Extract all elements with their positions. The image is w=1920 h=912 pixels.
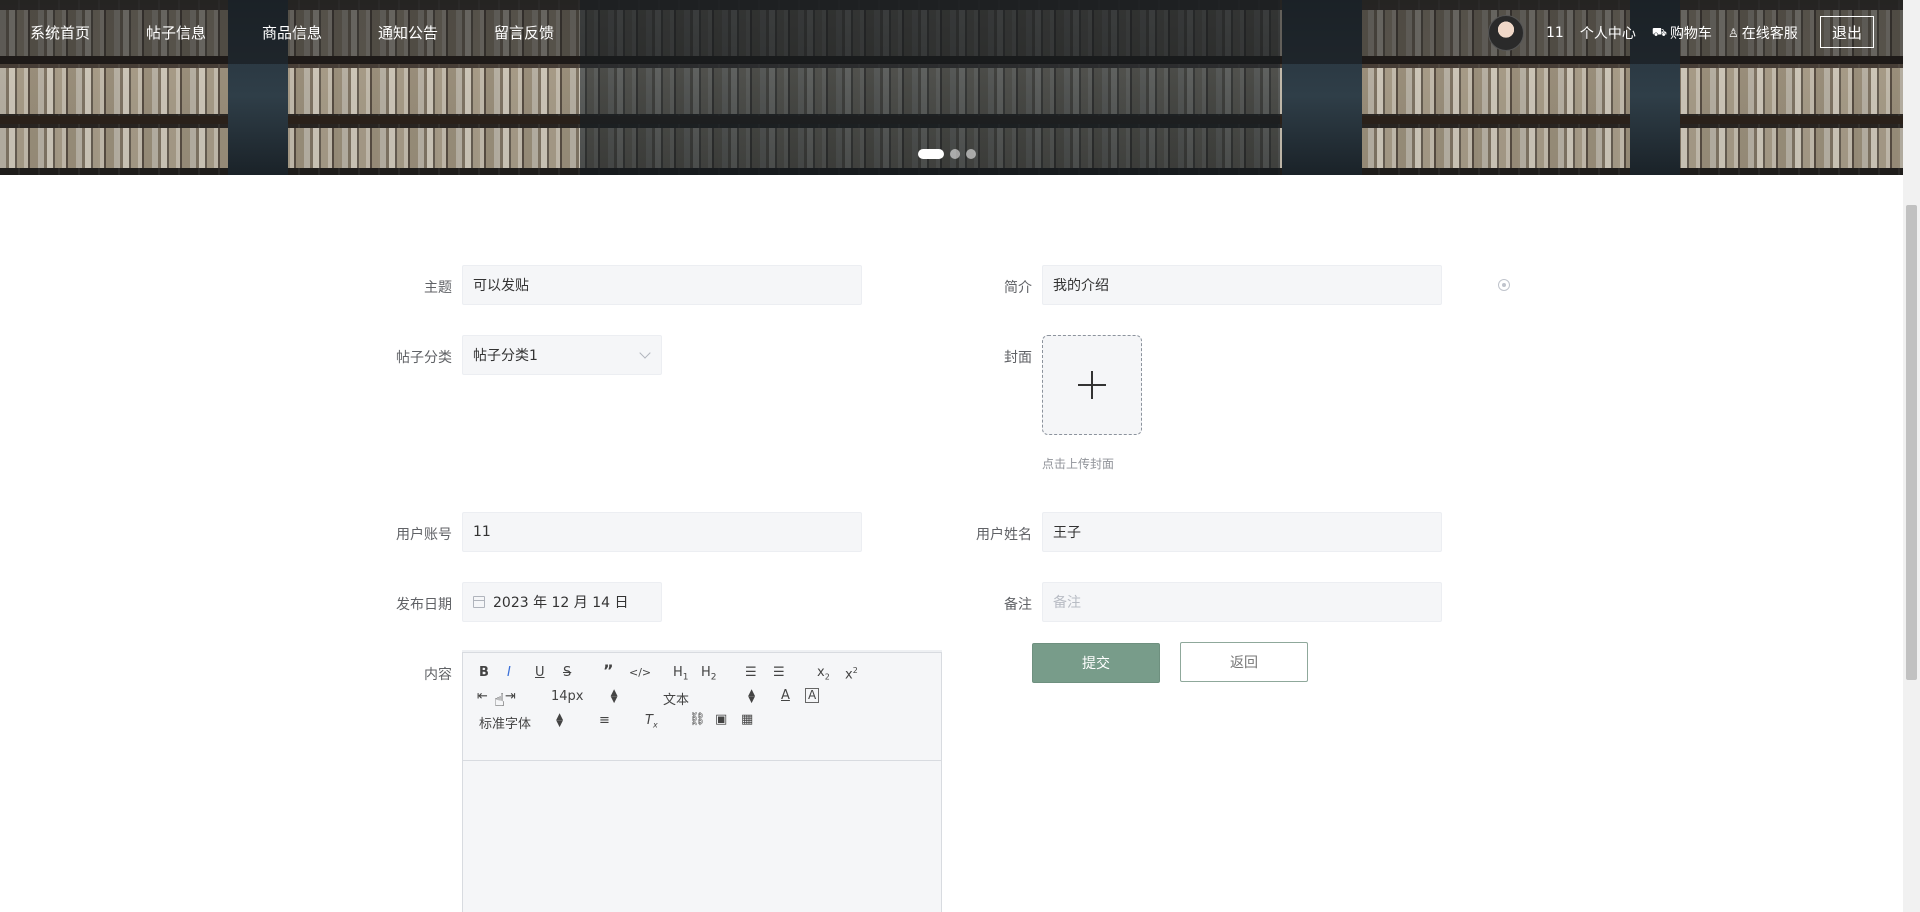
nav-products[interactable]: 商品信息 bbox=[262, 22, 322, 43]
user-id: 11 bbox=[1546, 25, 1564, 41]
intro-input[interactable]: 我的介绍 bbox=[1042, 265, 1442, 305]
cover-label: 封面 bbox=[1004, 350, 1032, 366]
category-label: 帖子分类 bbox=[396, 350, 452, 366]
header-select[interactable]: 文本 ▲ ▼ bbox=[663, 689, 755, 709]
nav-home[interactable]: 系统首页 bbox=[30, 22, 90, 43]
italic-icon[interactable]: I bbox=[507, 665, 511, 681]
cart-link[interactable]: ⛟ 购物车 bbox=[1652, 23, 1712, 43]
personal-center-label: 个人中心 bbox=[1579, 26, 1636, 42]
h2-icon[interactable]: H2 bbox=[701, 665, 717, 686]
cover-upload[interactable] bbox=[1042, 335, 1142, 435]
video-icon[interactable]: ▦ bbox=[741, 712, 753, 728]
image-icon[interactable]: ▣ bbox=[715, 712, 727, 728]
bold-icon[interactable]: B bbox=[479, 665, 489, 681]
carousel-dot-2[interactable] bbox=[950, 149, 960, 159]
cart-icon: ⛟ bbox=[1651, 25, 1667, 39]
date-picker[interactable]: 2023 年 12 月 14 日 bbox=[462, 582, 662, 622]
header-select-value: 文本 bbox=[663, 693, 690, 708]
topic-input[interactable]: 可以发贴 bbox=[462, 265, 862, 305]
plus-icon bbox=[1078, 371, 1106, 399]
intro-value: 我的介绍 bbox=[1053, 278, 1109, 294]
intro-label: 简介 bbox=[1004, 280, 1032, 296]
font-size-select[interactable]: 14px ▲ ▼ bbox=[551, 689, 618, 705]
user-icon: ♙ bbox=[1727, 26, 1739, 40]
topic-value: 可以发贴 bbox=[473, 278, 529, 294]
name-label: 用户姓名 bbox=[976, 527, 1032, 543]
date-value: 2023 年 12 月 14 日 bbox=[493, 595, 629, 611]
clear-format-icon[interactable]: Tx bbox=[645, 713, 658, 734]
link-icon[interactable]: ⛓ bbox=[689, 712, 706, 728]
carousel-dot-1[interactable] bbox=[918, 149, 944, 159]
rich-text-editor: B I U S ” </> H1 H2 ☰ ☰ x2 x2 ⇤ ⇥ 14px ▲… bbox=[462, 652, 942, 912]
font-family-value: 标准字体 bbox=[479, 717, 532, 732]
text-color-icon[interactable]: A bbox=[781, 688, 790, 704]
code-block-icon[interactable]: </> bbox=[629, 665, 651, 681]
updown-icon: ▲ ▼ bbox=[610, 688, 618, 705]
nav-feedback[interactable]: 留言反馈 bbox=[494, 22, 554, 43]
remark-placeholder: 备注 bbox=[1053, 595, 1081, 611]
carousel-indicators bbox=[918, 149, 976, 159]
user-area: 11 个人中心 ⛟ 购物车 ♙ 在线客服 bbox=[1488, 14, 1814, 52]
chevron-down-icon bbox=[639, 347, 651, 359]
content-label: 内容 bbox=[424, 667, 452, 683]
remark-label: 备注 bbox=[1004, 597, 1032, 613]
underline-icon[interactable]: U bbox=[535, 665, 545, 681]
font-family-select[interactable]: 标准字体 ▲ ▼ bbox=[479, 713, 563, 733]
cart-label: 购物车 bbox=[1669, 26, 1712, 42]
avatar[interactable] bbox=[1488, 15, 1524, 51]
h1-icon[interactable]: H1 bbox=[673, 665, 689, 686]
blockquote-icon[interactable]: ” bbox=[603, 663, 614, 679]
category-value: 帖子分类1 bbox=[473, 348, 538, 364]
superscript-icon[interactable]: x2 bbox=[845, 663, 858, 683]
calendar-icon bbox=[473, 596, 485, 608]
nav-posts[interactable]: 帖子信息 bbox=[146, 22, 206, 43]
editor-content-area[interactable] bbox=[463, 762, 941, 912]
remark-input[interactable]: 备注 bbox=[1042, 582, 1442, 622]
align-icon[interactable]: ≡ bbox=[599, 713, 610, 729]
subscript-icon[interactable]: x2 bbox=[817, 665, 830, 686]
back-button[interactable]: 返回 bbox=[1180, 642, 1308, 682]
updown-icon: ▲ ▼ bbox=[556, 712, 564, 729]
clear-icon[interactable] bbox=[1498, 279, 1510, 291]
name-value: 王子 bbox=[1053, 525, 1081, 541]
bullet-list-icon[interactable]: ☰ bbox=[773, 665, 785, 681]
strike-icon[interactable]: S bbox=[563, 665, 571, 681]
date-label: 发布日期 bbox=[396, 597, 452, 613]
personal-center-link[interactable]: 个人中心 bbox=[1580, 23, 1636, 43]
account-input[interactable]: 11 bbox=[462, 512, 862, 552]
scrollbar-thumb[interactable] bbox=[1906, 205, 1917, 680]
category-select[interactable]: 帖子分类1 bbox=[462, 335, 662, 375]
carousel-dot-3[interactable] bbox=[966, 149, 976, 159]
updown-icon: ▲ ▼ bbox=[748, 688, 756, 705]
service-link[interactable]: ♙ 在线客服 bbox=[1728, 23, 1798, 43]
hand-cursor-icon: ☝ bbox=[494, 690, 505, 711]
service-label: 在线客服 bbox=[1741, 26, 1798, 42]
submit-button[interactable]: 提交 bbox=[1032, 643, 1160, 683]
outdent-icon[interactable]: ⇤ bbox=[477, 689, 488, 705]
account-label: 用户账号 bbox=[396, 527, 452, 543]
logout-button[interactable]: 退出 bbox=[1820, 16, 1874, 48]
name-input[interactable]: 王子 bbox=[1042, 512, 1442, 552]
ordered-list-icon[interactable]: ☰ bbox=[745, 665, 757, 681]
account-value: 11 bbox=[473, 524, 491, 540]
font-size-value: 14px bbox=[551, 689, 584, 704]
editor-toolbar: B I U S ” </> H1 H2 ☰ ☰ x2 x2 ⇤ ⇥ 14px ▲… bbox=[463, 653, 941, 761]
topic-label: 主题 bbox=[424, 280, 452, 296]
top-navbar: 系统首页 帖子信息 商品信息 通知公告 留言反馈 11 个人中心 ⛟ 购物车 ♙… bbox=[0, 0, 1903, 64]
cover-upload-hint: 点击上传封面 bbox=[1042, 457, 1115, 471]
nav-notices[interactable]: 通知公告 bbox=[378, 22, 438, 43]
background-color-icon[interactable]: A bbox=[805, 688, 820, 703]
indent-icon[interactable]: ⇥ bbox=[505, 689, 516, 705]
